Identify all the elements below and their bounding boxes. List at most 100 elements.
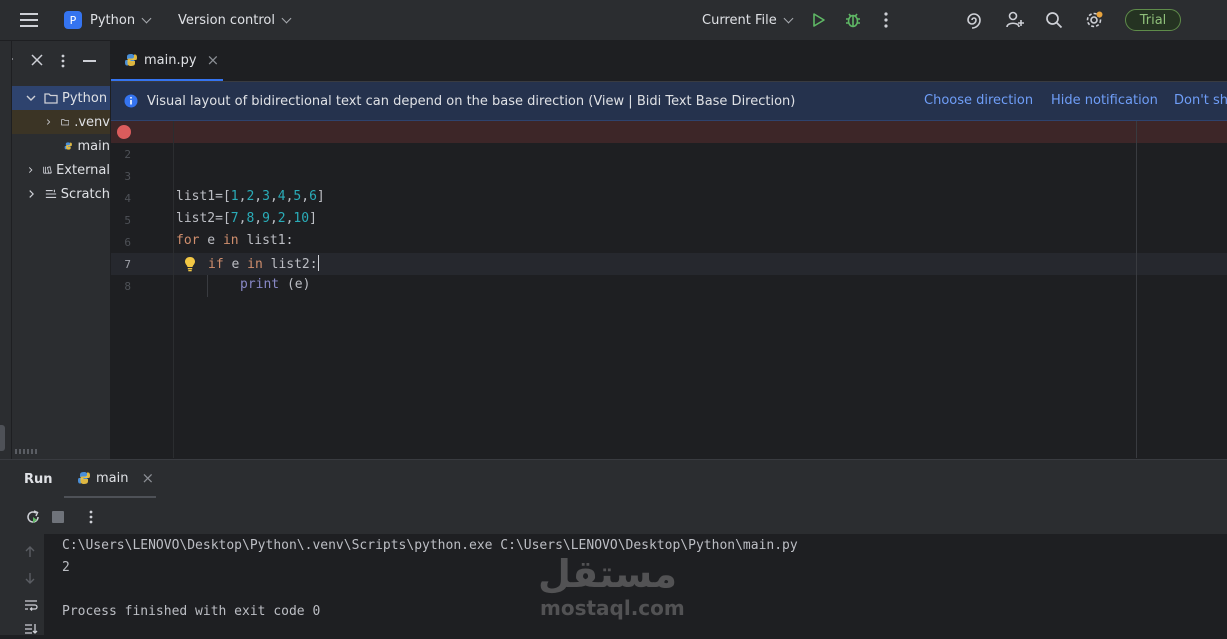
spiral-icon [967,13,981,29]
tree-item-venv[interactable]: .venv [12,110,110,134]
project-name: Python [90,12,136,28]
tree-item-scratches[interactable]: Scratch [12,182,110,206]
bidi-notification-banner: Visual layout of bidirectional text can … [111,82,1227,121]
run-toolbar [0,500,1227,534]
hide-notification-link[interactable]: Hide notification [1051,93,1158,108]
scroll-down-icon[interactable] [24,572,36,588]
scratch-icon [45,189,56,198]
right-margin-guide [1136,121,1137,458]
main-menu-button[interactable] [20,0,38,40]
panel-options-button[interactable] [61,54,65,72]
chevron-right-icon [28,167,33,173]
tool-strip-handle[interactable] [0,425,5,451]
tree-item-label: External [56,162,110,178]
tab-label: main.py [144,52,197,68]
notification-message: Visual layout of bidirectional text can … [147,93,796,109]
editor-tab-bar: main.py × [111,41,1227,82]
chevron-down-icon [141,13,152,23]
run-tab-close-icon[interactable]: × [141,469,154,487]
code-with-me-button[interactable] [1005,0,1025,40]
more-vertical-icon [61,54,65,68]
minimize-icon[interactable] [83,60,96,62]
chevron-right-icon [29,190,34,198]
title-bar: P Python Version control Current File Tr… [0,0,1227,41]
console-line-exit: Process finished with exit code 0 [62,604,321,619]
gutter-divider [173,121,174,458]
watermark-logo-arabic: مستقل [538,552,677,596]
chevron-down-icon [783,13,794,23]
collapse-arrow-icon[interactable] [12,53,14,69]
tree-item-label: Python [62,90,108,106]
run-tab-main[interactable]: main × [64,460,156,498]
more-vertical-icon [884,12,888,28]
more-vertical-icon [89,510,93,524]
scroll-up-icon[interactable] [24,546,36,562]
close-panel-button[interactable] [31,54,43,70]
stop-icon[interactable] [52,511,64,523]
library-icon [43,166,52,174]
indent-guide [207,275,208,297]
tree-item-project-root[interactable]: Python [12,86,110,110]
more-actions-button[interactable] [884,0,888,40]
info-icon [124,94,138,108]
tree-item-label: Scratch [60,186,110,202]
dont-show-again-link[interactable]: Don't show again [1174,93,1227,108]
run-config-label: Current File [702,12,777,28]
lightbulb-icon[interactable] [183,256,197,276]
code-line-7: if e in list2: [208,255,320,272]
horizontal-scrollbar[interactable] [15,449,39,454]
python-file-icon [125,54,137,66]
debug-button[interactable] [844,0,862,40]
tree-item-external-libraries[interactable]: External [12,158,110,182]
code-line-4: list1=[1,2,3,4,5,6] [176,189,325,204]
code-editor[interactable] [173,121,1227,458]
rerun-button[interactable] [25,509,41,529]
choose-direction-link[interactable]: Choose direction [924,93,1033,108]
code-line-8: print (e) [240,277,311,292]
search-button[interactable] [1045,0,1063,40]
run-tab-label: main [96,470,129,486]
soft-wrap-icon[interactable] [24,599,38,615]
chevron-right-icon [46,119,51,125]
line-number: 5 [124,214,131,227]
hamburger-icon [20,13,38,27]
vcs-selector[interactable]: Version control [178,0,292,40]
line-number: 8 [124,280,131,293]
chevron-down-icon [281,13,292,23]
run-config-selector[interactable]: Current File [702,0,794,40]
scroll-to-end-icon[interactable] [24,623,38,639]
project-badge: P [64,11,82,29]
tree-item-label: main [77,138,110,154]
project-selector[interactable]: P Python [64,0,152,40]
watermark-logo-latin: mostaql.com [540,596,685,620]
tab-close-icon[interactable]: × [207,51,220,69]
run-panel-header: Run main × [0,459,1227,501]
console-line-command: C:\Users\LENOVO\Desktop\Python\.venv\Scr… [62,538,798,553]
folder-icon [61,119,70,126]
settings-button[interactable] [1084,0,1104,40]
tab-main-py[interactable]: main.py × [111,41,223,81]
run-side-toolbar [0,534,44,635]
gear-icon [1086,11,1103,28]
trial-badge[interactable]: Trial [1125,9,1181,31]
add-user-icon [1006,11,1024,28]
run-button[interactable] [812,0,826,40]
run-options-button[interactable] [89,510,93,528]
python-file-icon [64,142,72,150]
chevron-down-icon [26,95,36,101]
bug-icon [846,13,860,28]
tree-item-main[interactable]: main [12,134,110,158]
close-icon [31,54,43,66]
code-line-5: list2=[7,8,9,2,10] [176,211,317,226]
project-panel: Python .venv main External Scratch [12,41,111,459]
breakpoint-icon[interactable] [117,125,131,139]
line-number-current: 7 [124,258,131,271]
ai-assistant-button[interactable] [964,0,984,40]
code-line-6: for e in list1: [176,233,294,248]
line-number: 6 [124,236,131,249]
rerun-icon [27,510,39,523]
text-caret [317,255,320,271]
vcs-label: Version control [178,12,275,28]
tree-item-label: .venv [74,114,110,130]
line-number: 3 [124,170,131,183]
